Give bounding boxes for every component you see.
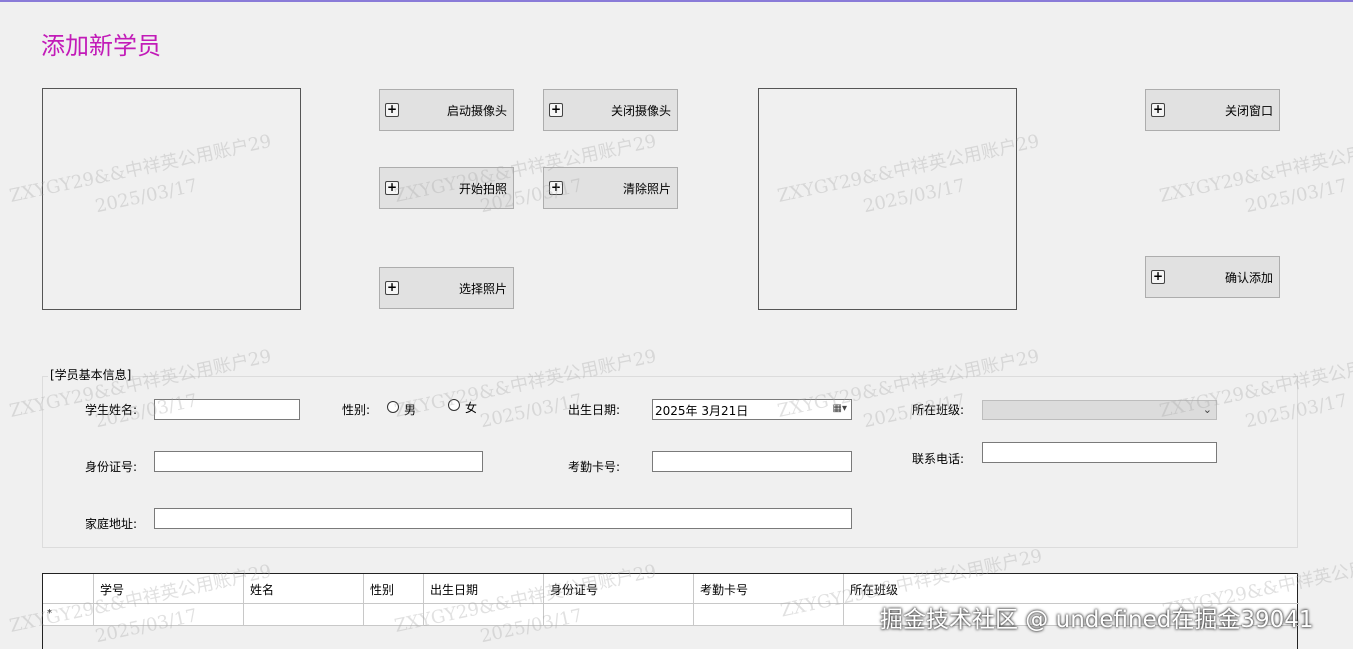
name-label: 学生姓名: bbox=[85, 403, 138, 417]
address-input[interactable] bbox=[154, 508, 852, 529]
attendance-label: 考勤卡号: bbox=[568, 460, 621, 474]
column-header[interactable]: 性别 bbox=[364, 574, 424, 604]
new-row-marker: * bbox=[43, 604, 94, 626]
table-cell[interactable] bbox=[424, 604, 544, 626]
column-header[interactable]: 身份证号 bbox=[544, 574, 694, 604]
clear-photo-button[interactable]: + 清除照片 bbox=[543, 167, 678, 209]
gender-female-label: 女 bbox=[465, 401, 478, 415]
table-cell[interactable] bbox=[364, 604, 424, 626]
photo-preview-box bbox=[758, 88, 1017, 310]
close-window-button[interactable]: + 关闭窗口 bbox=[1145, 89, 1280, 131]
plus-icon: + bbox=[385, 280, 399, 295]
select-photo-label: 选择照片 bbox=[458, 281, 507, 296]
table-cell[interactable] bbox=[244, 604, 364, 626]
take-photo-button[interactable]: + 开始拍照 bbox=[379, 167, 514, 209]
take-photo-label: 开始拍照 bbox=[458, 181, 507, 196]
column-header[interactable]: 学号 bbox=[94, 574, 244, 604]
address-label: 家庭地址: bbox=[85, 517, 138, 531]
close-camera-label: 关闭摄像头 bbox=[610, 103, 671, 118]
table-cell[interactable] bbox=[694, 604, 844, 626]
birth-date-picker[interactable]: 2025年 3月21日 ▦▾ bbox=[652, 399, 852, 420]
row-header-corner bbox=[43, 574, 94, 604]
birth-label: 出生日期: bbox=[568, 403, 621, 417]
clear-photo-label: 清除照片 bbox=[622, 181, 671, 196]
gender-male-label: 男 bbox=[404, 403, 417, 417]
plus-icon: + bbox=[385, 102, 399, 117]
column-header[interactable]: 出生日期 bbox=[424, 574, 544, 604]
name-input[interactable] bbox=[154, 399, 300, 420]
page-title: 添加新学员 bbox=[41, 32, 161, 60]
start-camera-label: 启动摄像头 bbox=[446, 103, 507, 118]
gender-female-radio[interactable] bbox=[448, 399, 460, 411]
confirm-add-label: 确认添加 bbox=[1224, 270, 1273, 285]
watermark: ZXYGY29&&中祥英公用账户29 2025/03/17 bbox=[1157, 130, 1353, 218]
chevron-down-icon: ⌄ bbox=[1202, 403, 1212, 416]
calendar-icon[interactable]: ▦▾ bbox=[833, 403, 847, 414]
column-header[interactable]: 考勤卡号 bbox=[694, 574, 844, 604]
confirm-add-button[interactable]: + 确认添加 bbox=[1145, 256, 1280, 298]
phone-input[interactable] bbox=[982, 442, 1217, 463]
idcard-label: 身份证号: bbox=[85, 460, 138, 474]
plus-icon: + bbox=[549, 180, 563, 195]
start-camera-button[interactable]: + 启动摄像头 bbox=[379, 89, 514, 131]
plus-icon: + bbox=[385, 180, 399, 195]
plus-icon: + bbox=[1151, 269, 1165, 284]
gender-label: 性别: bbox=[342, 403, 371, 417]
close-window-label: 关闭窗口 bbox=[1224, 103, 1273, 118]
table-cell[interactable] bbox=[94, 604, 244, 626]
class-select[interactable]: ⌄ bbox=[982, 400, 1217, 420]
column-header[interactable]: 姓名 bbox=[244, 574, 364, 604]
class-label: 所在班级: bbox=[912, 403, 965, 417]
gender-male-radio[interactable] bbox=[387, 401, 399, 413]
idcard-input[interactable] bbox=[154, 451, 483, 472]
window-top-border bbox=[0, 0, 1353, 2]
plus-icon: + bbox=[1151, 102, 1165, 117]
birth-date-value: 2025年 3月21日 bbox=[655, 404, 749, 418]
group-title: [学员基本信息] bbox=[48, 366, 134, 383]
camera-preview-box bbox=[42, 88, 301, 310]
select-photo-button[interactable]: + 选择照片 bbox=[379, 267, 514, 309]
attendance-input[interactable] bbox=[652, 451, 852, 472]
plus-icon: + bbox=[549, 102, 563, 117]
table-cell[interactable] bbox=[544, 604, 694, 626]
close-camera-button[interactable]: + 关闭摄像头 bbox=[543, 89, 678, 131]
phone-label: 联系电话: bbox=[912, 452, 965, 466]
site-watermark: 掘金技术社区 @ undefined在掘金39041 bbox=[880, 607, 1314, 633]
